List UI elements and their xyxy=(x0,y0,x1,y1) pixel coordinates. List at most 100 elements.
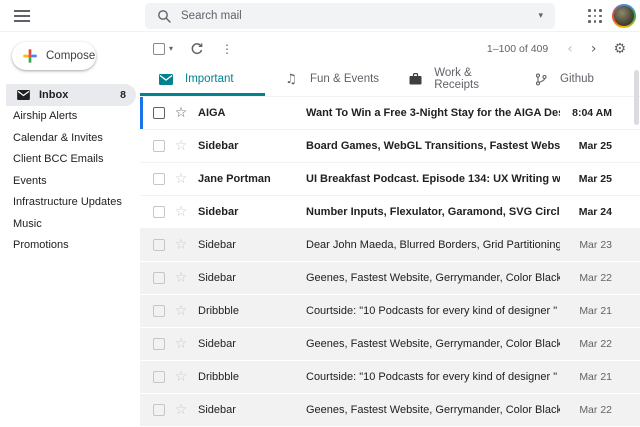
email-subject: Courtside: "10 Podcasts for every kind o… xyxy=(306,305,560,317)
pagination-label: 1–100 of 409 xyxy=(487,43,548,55)
email-sender: Dribbble xyxy=(198,305,306,317)
email-row[interactable]: ☆ Sidebar Number Inputs, Flexulator, Gar… xyxy=(140,196,640,229)
email-checkbox[interactable] xyxy=(153,305,165,317)
avatar[interactable] xyxy=(612,4,636,28)
email-list: ☆ AIGA Want To Win a Free 3-Night Stay f… xyxy=(140,97,640,427)
envelope-icon xyxy=(159,74,173,85)
email-row[interactable]: ☆ Sidebar Dear John Maeda, Blurred Borde… xyxy=(140,229,640,262)
email-checkbox[interactable] xyxy=(153,371,165,383)
tab-important[interactable]: Important xyxy=(140,65,265,96)
search-bar[interactable]: ▾ xyxy=(145,3,555,29)
star-icon[interactable]: ☆ xyxy=(173,106,189,120)
briefcase-icon xyxy=(409,73,422,85)
tab-work-receipts[interactable]: Work & Receipts xyxy=(390,65,515,96)
select-all-checkbox[interactable] xyxy=(153,43,165,55)
email-date: Mar 21 xyxy=(570,371,612,383)
email-sender: AIGA xyxy=(198,107,306,119)
compose-label: Compose xyxy=(46,50,95,62)
email-row[interactable]: ☆ Jane Portman UI Breakfast Podcast. Epi… xyxy=(140,163,640,196)
email-sender: Sidebar xyxy=(198,206,306,218)
email-checkbox[interactable] xyxy=(153,272,165,284)
email-row[interactable]: ☆ Dribbble Courtside: "10 Podcasts for e… xyxy=(140,295,640,328)
email-subject: Board Games, WebGL Transitions, Fastest … xyxy=(306,140,560,152)
tab-github[interactable]: Github xyxy=(515,65,640,96)
sidebar-item-music[interactable]: Music xyxy=(0,213,140,235)
settings-gear-icon[interactable]: ⚙ xyxy=(613,42,626,56)
header: ▾ xyxy=(0,0,640,32)
plus-icon xyxy=(22,48,38,64)
email-checkbox[interactable] xyxy=(153,140,165,152)
email-date: Mar 25 xyxy=(570,173,612,185)
apps-grid-icon[interactable] xyxy=(588,9,602,23)
star-icon[interactable]: ☆ xyxy=(173,337,189,351)
more-options-icon[interactable]: ⋮ xyxy=(221,43,233,55)
sidebar-nav: Inbox 8 Airship Alerts Calendar & Invite… xyxy=(0,84,140,256)
email-date: Mar 22 xyxy=(570,338,612,350)
email-row[interactable]: ☆ Sidebar Geenes, Fastest Website, Gerry… xyxy=(140,262,640,295)
email-sender: Jane Portman xyxy=(198,173,306,185)
email-date: Mar 22 xyxy=(570,404,612,416)
search-options-caret-icon[interactable]: ▾ xyxy=(538,12,543,21)
email-checkbox[interactable] xyxy=(153,239,165,251)
tab-fun-events[interactable]: ♫ Fun & Events xyxy=(265,65,390,96)
sidebar-item-infrastructure-updates[interactable]: Infrastructure Updates xyxy=(0,192,140,214)
sidebar-item-client-bcc-emails[interactable]: Client BCC Emails xyxy=(0,149,140,171)
category-tabs: Important ♫ Fun & Events Work & Receipts… xyxy=(140,65,640,97)
email-row[interactable]: ☆ AIGA Want To Win a Free 3-Night Stay f… xyxy=(140,97,640,130)
sidebar: Compose Inbox 8 Airship Alerts Calendar … xyxy=(0,32,140,400)
hamburger-menu-icon[interactable] xyxy=(14,10,30,22)
tab-label: Work & Receipts xyxy=(434,67,515,91)
email-date: Mar 22 xyxy=(570,272,612,284)
email-subject: Geenes, Fastest Website, Gerrymander, Co… xyxy=(306,272,560,284)
music-icon: ♫ xyxy=(284,73,298,86)
compose-button[interactable]: Compose xyxy=(12,42,96,70)
star-icon[interactable]: ☆ xyxy=(173,271,189,285)
email-subject: UI Breakfast Podcast. Episode 134: UX Wr… xyxy=(306,173,560,185)
email-checkbox[interactable] xyxy=(153,404,165,416)
search-input[interactable] xyxy=(181,10,538,22)
tab-label: Fun & Events xyxy=(310,73,379,85)
email-row[interactable]: ☆ Sidebar Board Games, WebGL Transitions… xyxy=(140,130,640,163)
email-subject: Geenes, Fastest Website, Gerrymander, Co… xyxy=(306,338,560,350)
email-row[interactable]: ☆ Dribbble Courtside: "10 Podcasts for e… xyxy=(140,361,640,394)
older-page-icon[interactable]: › xyxy=(588,42,600,56)
email-checkbox[interactable] xyxy=(153,107,165,119)
refresh-icon[interactable] xyxy=(190,42,204,56)
email-row[interactable]: ☆ Sidebar Geenes, Fastest Website, Gerry… xyxy=(140,394,640,427)
scrollbar-thumb[interactable] xyxy=(634,70,639,125)
email-sender: Sidebar xyxy=(198,272,306,284)
git-branch-icon xyxy=(534,73,548,86)
sidebar-item-events[interactable]: Events xyxy=(0,170,140,192)
email-subject: Number Inputs, Flexulator, Garamond, SVG… xyxy=(306,206,560,218)
email-subject: Dear John Maeda, Blurred Borders, Grid P… xyxy=(306,239,560,251)
unread-count-badge: 8 xyxy=(120,89,126,101)
email-subject: Want To Win a Free 3-Night Stay for the … xyxy=(306,107,560,119)
sidebar-item-promotions[interactable]: Promotions xyxy=(0,235,140,257)
list-toolbar: ▾ ⋮ 1–100 of 409 ‹ › ⚙ xyxy=(140,32,640,65)
email-checkbox[interactable] xyxy=(153,338,165,350)
select-caret-icon[interactable]: ▾ xyxy=(169,45,173,53)
email-subject: Geenes, Fastest Website, Gerrymander, Co… xyxy=(306,404,560,416)
email-checkbox[interactable] xyxy=(153,173,165,185)
star-icon[interactable]: ☆ xyxy=(173,139,189,153)
sidebar-item-calendar-invites[interactable]: Calendar & Invites xyxy=(0,127,140,149)
star-icon[interactable]: ☆ xyxy=(173,205,189,219)
main-pane: ▾ ⋮ 1–100 of 409 ‹ › ⚙ Important ♫ Fun &… xyxy=(140,32,640,400)
email-sender: Sidebar xyxy=(198,338,306,350)
email-date: Mar 23 xyxy=(570,239,612,251)
search-icon xyxy=(157,9,171,23)
star-icon[interactable]: ☆ xyxy=(173,304,189,318)
star-icon[interactable]: ☆ xyxy=(173,370,189,384)
sidebar-item-airship-alerts[interactable]: Airship Alerts xyxy=(0,106,140,128)
email-sender: Sidebar xyxy=(198,239,306,251)
email-checkbox[interactable] xyxy=(153,206,165,218)
email-row[interactable]: ☆ Sidebar Geenes, Fastest Website, Gerry… xyxy=(140,328,640,361)
newer-page-icon[interactable]: ‹ xyxy=(564,42,576,56)
email-sender: Sidebar xyxy=(198,404,306,416)
email-sender: Sidebar xyxy=(198,140,306,152)
star-icon[interactable]: ☆ xyxy=(173,238,189,252)
star-icon[interactable]: ☆ xyxy=(173,172,189,186)
sidebar-item-inbox[interactable]: Inbox 8 xyxy=(6,84,136,106)
inbox-icon xyxy=(17,90,30,100)
star-icon[interactable]: ☆ xyxy=(173,403,189,417)
